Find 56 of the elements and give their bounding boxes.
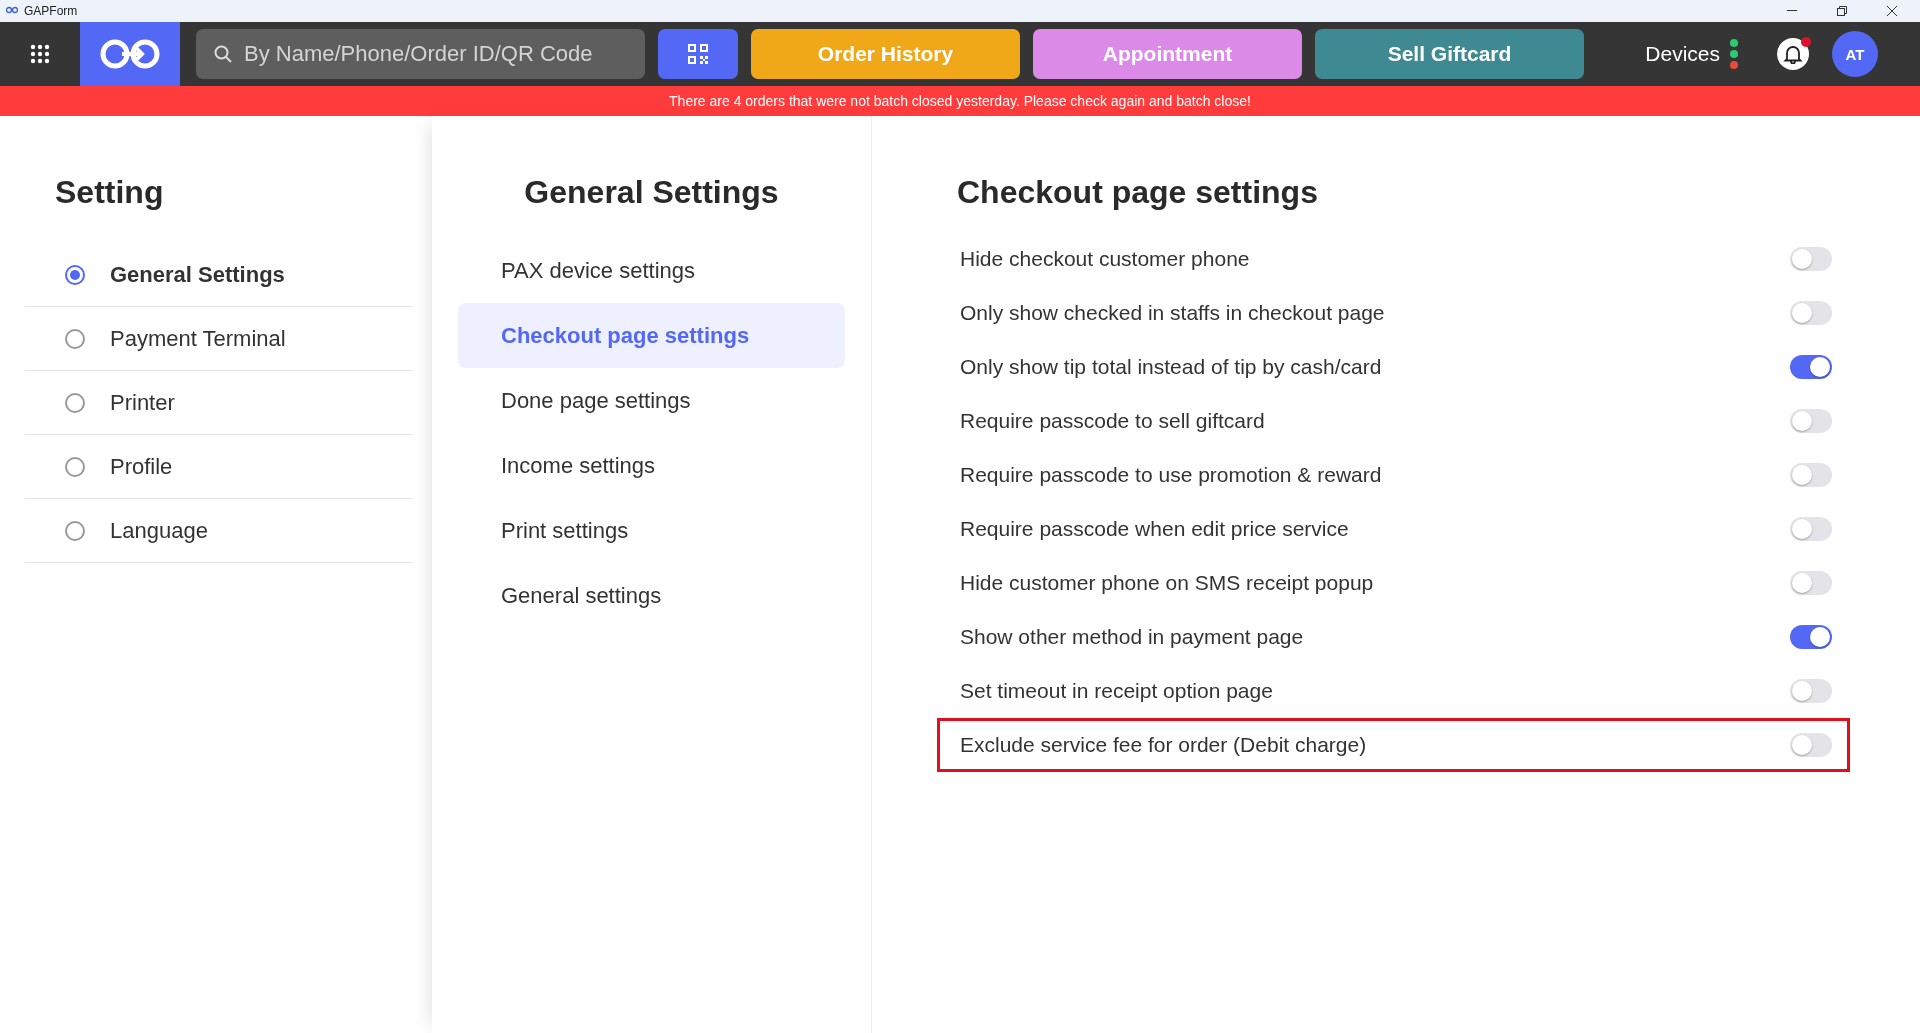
nav-button[interactable]: Sell Giftcard <box>1315 29 1584 79</box>
warning-banner-text: There are 4 orders that were not batch closed yesterday. Please check again and batch close! <box>669 93 1251 109</box>
submenu-item[interactable]: Checkout page settings <box>458 303 845 368</box>
sidebar-title: Setting <box>54 174 165 211</box>
toggle-switch[interactable] <box>1790 463 1832 487</box>
search-field[interactable]: By Name/Phone/Order ID/QR Code <box>242 40 627 68</box>
search-bar[interactable]: By Name/Phone/Order ID/QR Code <box>196 29 645 79</box>
window-title: GAPForm <box>24 4 79 18</box>
toggle-switch[interactable] <box>1790 247 1832 271</box>
minimize-icon[interactable] <box>1787 10 1797 12</box>
toggle-switch[interactable] <box>1790 301 1832 325</box>
devices-button[interactable]: Devices <box>1639 38 1744 70</box>
notification-bell-button[interactable] <box>1777 38 1809 70</box>
app-icon <box>6 6 18 16</box>
setting-label: Only show checked in staffs in checkout page <box>960 301 1385 325</box>
submenu-item[interactable]: General settings <box>458 563 845 628</box>
sidebar-item[interactable]: Profile <box>25 435 412 499</box>
qr-code-icon <box>687 43 709 65</box>
radio-button[interactable] <box>65 456 85 477</box>
toggle-switch[interactable] <box>1790 355 1832 379</box>
setting-label: Require passcode when edit price service <box>960 517 1349 541</box>
sidebar-item[interactable]: General Settings <box>25 243 412 307</box>
toggle-switch[interactable] <box>1790 409 1832 433</box>
sidebar-item[interactable]: Language <box>25 499 412 563</box>
bell-icon <box>1783 44 1803 64</box>
radio-button[interactable] <box>65 328 85 349</box>
submenu-item[interactable]: Income settings <box>458 433 845 498</box>
setting-label: Require passcode to sell giftcard <box>960 409 1265 433</box>
sidebar-item[interactable]: Printer <box>25 371 412 435</box>
grid-icon <box>30 44 50 64</box>
toggle-switch[interactable] <box>1790 571 1832 595</box>
radio-button[interactable] <box>65 392 85 413</box>
setting-label: Only show tip total instead of tip by cash/card <box>960 355 1382 379</box>
setting-label: Show other method in payment page <box>960 625 1304 649</box>
toggle-switch[interactable] <box>1790 733 1832 757</box>
setting-label: Exclude service fee for order (Debit charge) <box>960 733 1367 757</box>
radio-button[interactable] <box>65 264 85 285</box>
toggle-switch[interactable] <box>1790 679 1832 703</box>
submenu-item[interactable]: PAX device settings <box>458 238 845 303</box>
submenu-title: General Settings <box>523 174 780 211</box>
setting-label: Hide customer phone on SMS receipt popup <box>960 571 1374 595</box>
user-avatar[interactable]: AT <box>1832 31 1878 77</box>
restore-icon[interactable] <box>1837 6 1847 16</box>
setting-label: Set timeout in receipt option page <box>960 679 1273 703</box>
content-title: Checkout page settings <box>957 174 1319 211</box>
sidebar-item[interactable]: Payment Terminal <box>25 307 412 371</box>
close-icon[interactable] <box>1887 6 1897 16</box>
qr-code-button[interactable] <box>658 29 738 79</box>
setting-label: Hide checkout customer phone <box>960 247 1250 271</box>
toggle-switch[interactable] <box>1790 625 1832 649</box>
submenu-item[interactable]: Print settings <box>458 498 845 563</box>
radio-button[interactable] <box>65 520 85 541</box>
setting-label: Require passcode to use promotion & reward <box>960 463 1382 487</box>
submenu-item[interactable]: Done page settings <box>458 368 845 433</box>
toggle-switch[interactable] <box>1790 517 1832 541</box>
search-icon <box>214 45 232 63</box>
